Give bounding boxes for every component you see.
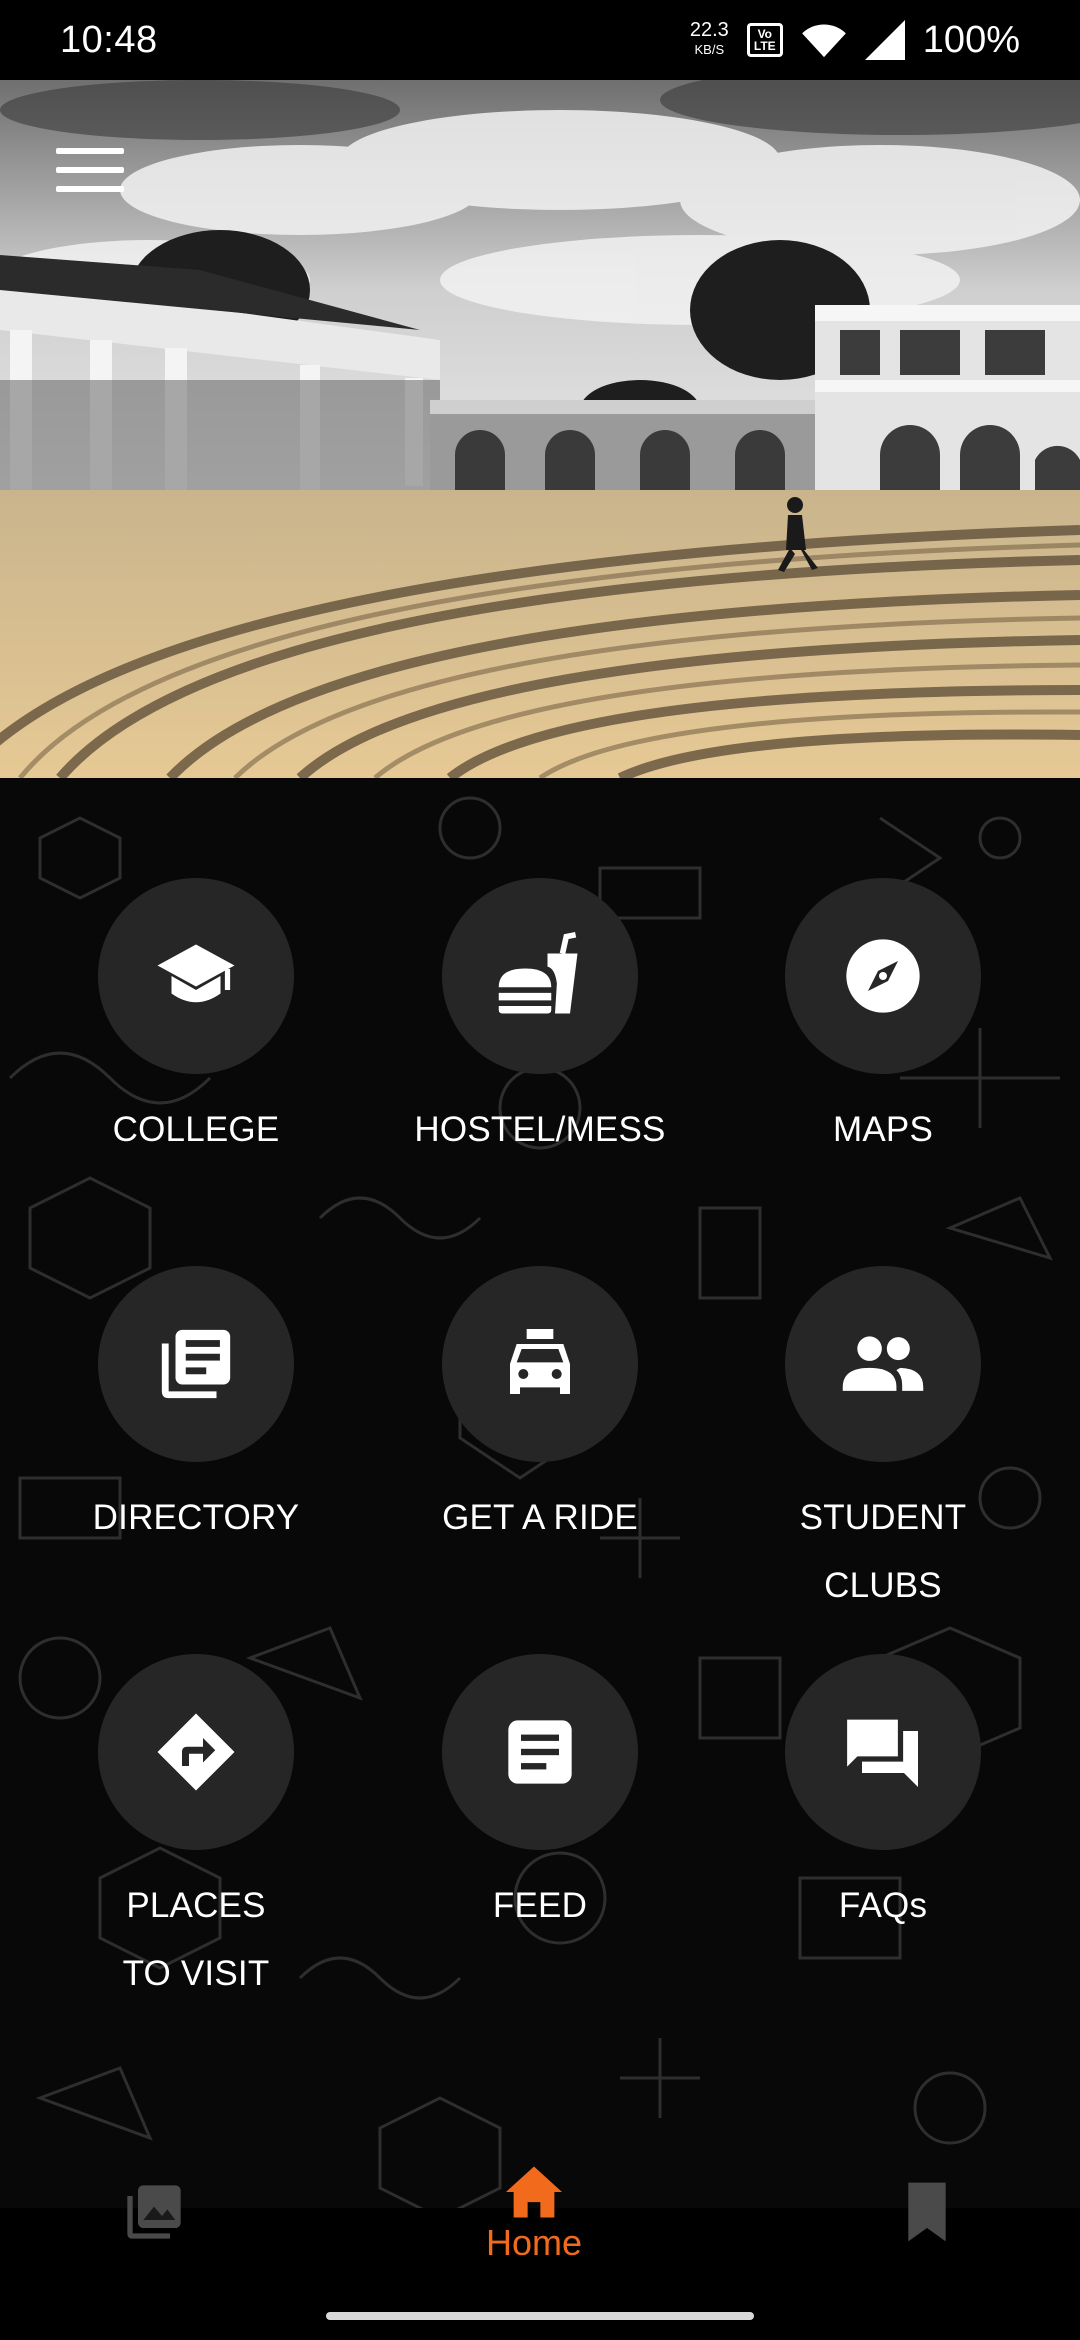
- battery-percent: 100%: [922, 18, 1020, 61]
- faqs-label: FAQs: [839, 1872, 927, 1940]
- places-to-visit-tile[interactable]: PLACES TO VISIT: [56, 1654, 336, 2008]
- hamburger-line: [56, 167, 124, 173]
- fastfood-icon: [498, 931, 578, 1014]
- bottom-navigation: Home: [0, 2150, 1080, 2290]
- volte-icon: Vo LTE: [746, 23, 783, 57]
- taxi-icon: [510, 1329, 570, 1394]
- student-clubs-label-line2: CLUBS: [824, 1566, 942, 1605]
- student-clubs-tile[interactable]: STUDENT CLUBS: [743, 1266, 1023, 1620]
- student-clubs-label-line1: STUDENT: [799, 1498, 967, 1537]
- places-to-visit-circle: [98, 1654, 294, 1850]
- get-a-ride-label: GET A RIDE: [442, 1484, 638, 1552]
- network-speed: 22.3 KB/S: [690, 20, 729, 60]
- maps-tile[interactable]: MAPS: [743, 878, 1023, 1164]
- faqs-tile[interactable]: FAQs: [743, 1654, 1023, 1940]
- graduation-cap-icon: [157, 944, 235, 1003]
- home-grid: COLLEGE HOSTEL/MESS MAPS DIRECTORY GET A…: [0, 778, 1080, 2208]
- forum-icon: [841, 1714, 918, 1787]
- student-clubs-circle: [785, 1266, 981, 1462]
- menu-button[interactable]: [50, 138, 130, 202]
- directory-circle: [98, 1266, 294, 1462]
- directions-icon: [157, 1713, 235, 1791]
- feed-circle: [442, 1654, 638, 1850]
- hamburger-menu-icon: [56, 148, 124, 154]
- compass-icon: [846, 939, 920, 1013]
- get-a-ride-circle: [442, 1266, 638, 1462]
- hostel-mess-label: HOSTEL/MESS: [414, 1096, 665, 1164]
- volte-bottom: LTE: [753, 39, 776, 53]
- bookmark-icon: [908, 2182, 946, 2242]
- college-label-text: COLLEGE: [112, 1110, 280, 1149]
- feed-label-text: FEED: [492, 1886, 588, 1925]
- faqs-circle: [785, 1654, 981, 1850]
- cell-signal-icon: [864, 20, 905, 60]
- library-books-icon: [161, 1329, 231, 1399]
- nav-home[interactable]: Home: [486, 2164, 582, 2264]
- wifi-icon: [801, 24, 846, 58]
- faqs-label-text: FAQs: [838, 1886, 928, 1925]
- article-icon: [508, 1720, 572, 1784]
- campus-illustration: [0, 80, 1080, 778]
- gallery-icon: [127, 2185, 181, 2239]
- feed-label: FEED: [493, 1872, 587, 1940]
- places-to-visit-label-line2: TO VISIT: [122, 1954, 270, 1993]
- directory-tile[interactable]: DIRECTORY: [56, 1266, 336, 1552]
- status-time: 10:48: [60, 18, 158, 61]
- places-to-visit-label: PLACES TO VISIT: [123, 1872, 270, 2008]
- college-circle: [98, 878, 294, 1074]
- hamburger-line: [56, 186, 124, 192]
- hostel-mess-tile[interactable]: HOSTEL/MESS: [400, 878, 680, 1164]
- network-speed-unit: KB/S: [694, 42, 725, 57]
- hostel-mess-circle: [442, 878, 638, 1074]
- college-tile[interactable]: COLLEGE: [56, 878, 336, 1164]
- nav-home-label: Home: [486, 2222, 583, 2263]
- college-label: COLLEGE: [113, 1096, 280, 1164]
- status-icons: 22.3 KB/S Vo LTE 100%: [690, 19, 1020, 62]
- network-speed-value: 22.3: [689, 19, 729, 41]
- directory-label-text: DIRECTORY: [92, 1498, 300, 1537]
- nav-gallery[interactable]: [122, 2180, 186, 2244]
- status-bar: 10:48 22.3 KB/S Vo LTE 100%: [0, 0, 1080, 80]
- get-a-ride-tile[interactable]: GET A RIDE: [400, 1266, 680, 1552]
- feed-tile[interactable]: FEED: [400, 1654, 680, 1940]
- maps-circle: [785, 878, 981, 1074]
- hero-campus-image: [0, 80, 1080, 778]
- people-icon: [842, 1336, 924, 1391]
- nav-bookmarks[interactable]: [900, 2180, 954, 2244]
- places-to-visit-label-line1: PLACES: [126, 1886, 266, 1925]
- home-icon: [506, 2166, 563, 2218]
- maps-label-text: MAPS: [833, 1110, 933, 1149]
- get-a-ride-label-text: GET A RIDE: [442, 1498, 638, 1537]
- student-clubs-label: STUDENT CLUBS: [800, 1484, 967, 1620]
- hostel-mess-label-text: HOSTEL/MESS: [414, 1110, 666, 1149]
- gesture-home-indicator[interactable]: [326, 2312, 754, 2320]
- maps-label: MAPS: [833, 1096, 933, 1164]
- directory-label: DIRECTORY: [93, 1484, 300, 1552]
